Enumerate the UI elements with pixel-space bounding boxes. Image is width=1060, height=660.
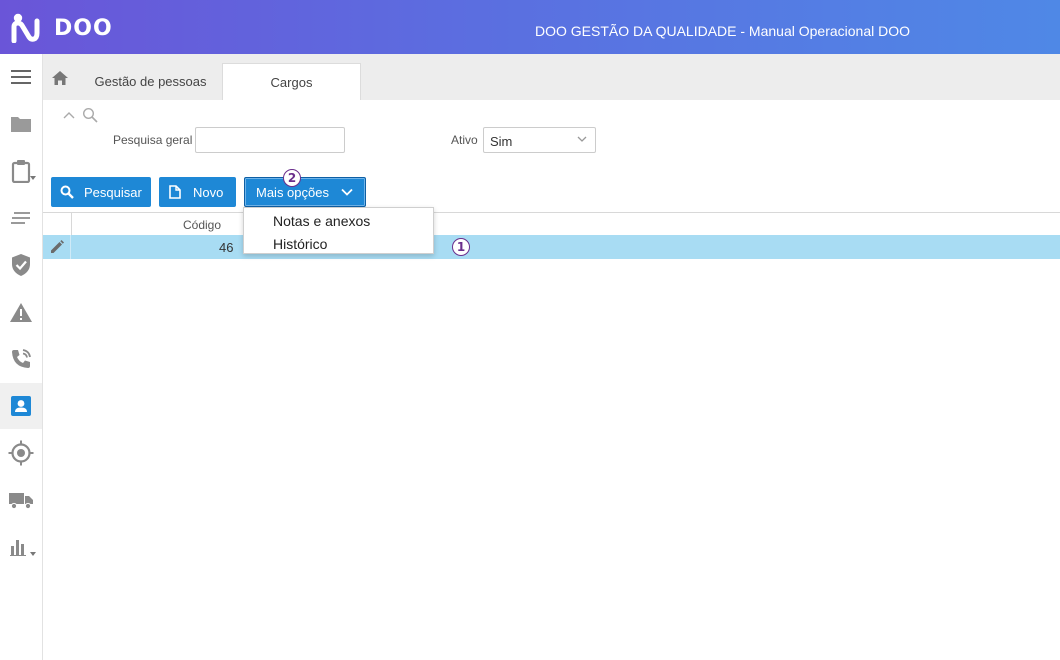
chevron-down-icon bbox=[341, 188, 353, 196]
sidebar-item-goals[interactable] bbox=[0, 430, 42, 476]
sidebar-item-documents[interactable] bbox=[0, 101, 42, 147]
cell-codigo: 46 bbox=[219, 240, 234, 255]
search-input[interactable] bbox=[195, 127, 345, 153]
tab-cargos[interactable]: Cargos bbox=[222, 63, 361, 100]
column-header-codigo[interactable]: Código bbox=[183, 218, 221, 232]
sidebar-item-risks[interactable] bbox=[0, 289, 42, 335]
sidebar-item-quality[interactable] bbox=[0, 242, 42, 288]
truck-icon bbox=[9, 493, 33, 510]
menu-item-notas-e-anexos[interactable]: Notas e anexos bbox=[273, 213, 370, 229]
menu-item-historico[interactable]: Histórico bbox=[273, 236, 327, 252]
search-label: Pesquisa geral bbox=[113, 133, 193, 147]
top-bar: DOO DOO GESTÃO DA QUALIDADE - Manual Ope… bbox=[0, 0, 1060, 54]
logo[interactable]: DOO bbox=[10, 13, 113, 43]
clipboard-icon bbox=[11, 160, 31, 183]
new-button[interactable]: Novo bbox=[159, 177, 236, 207]
filter-panel-toggle[interactable] bbox=[62, 107, 98, 123]
annotation-badge-2: 2 bbox=[283, 169, 301, 187]
grid-top-border bbox=[43, 212, 1060, 213]
active-label: Ativo bbox=[451, 133, 478, 147]
sidebar-item-suppliers[interactable] bbox=[0, 477, 42, 523]
more-options-menu: Notas e anexos Histórico bbox=[243, 207, 434, 254]
sidebar-item-people[interactable] bbox=[0, 383, 42, 429]
table-row[interactable]: 46 bbox=[43, 235, 1060, 259]
logo-text: DOO bbox=[54, 15, 113, 41]
pencil-icon bbox=[50, 240, 64, 253]
app-title: DOO GESTÃO DA QUALIDADE - Manual Operaci… bbox=[535, 23, 911, 39]
warning-icon bbox=[10, 302, 32, 322]
menu-icon bbox=[11, 70, 31, 84]
sidebar-item-reports[interactable] bbox=[0, 524, 42, 570]
chevron-down-icon bbox=[30, 552, 36, 556]
chevron-down-icon bbox=[30, 176, 36, 180]
sidebar bbox=[0, 54, 43, 660]
contact-card-icon bbox=[11, 396, 31, 416]
home-icon bbox=[52, 71, 68, 85]
bar-chart-icon bbox=[10, 540, 26, 556]
chevron-down-icon bbox=[577, 136, 587, 142]
sidebar-item-tasks[interactable] bbox=[0, 148, 42, 194]
active-select[interactable]: Sim bbox=[483, 127, 596, 153]
search-button[interactable]: Pesquisar bbox=[51, 177, 151, 207]
list-icon bbox=[11, 212, 30, 224]
sidebar-item-records[interactable] bbox=[0, 195, 42, 241]
grid-column-divider bbox=[71, 213, 72, 235]
sidebar-item-service[interactable] bbox=[0, 336, 42, 382]
row-edit-button[interactable] bbox=[43, 235, 71, 259]
new-button-label: Novo bbox=[193, 184, 224, 200]
doo-logo-icon bbox=[11, 13, 40, 43]
folder-icon bbox=[11, 117, 31, 132]
tab-gestao-de-pessoas[interactable]: Gestão de pessoas bbox=[83, 63, 218, 100]
chevron-up-icon bbox=[63, 112, 75, 119]
search-icon bbox=[60, 185, 74, 199]
phone-icon bbox=[12, 349, 31, 368]
more-options-button[interactable]: Mais opções bbox=[244, 177, 366, 207]
shield-check-icon bbox=[12, 254, 30, 276]
tab-bar: Gestão de pessoas Cargos bbox=[43, 54, 1060, 100]
annotation-badge-1: 1 bbox=[452, 238, 470, 256]
sidebar-menu-toggle[interactable] bbox=[0, 54, 42, 100]
search-icon bbox=[82, 107, 98, 123]
home-tab[interactable] bbox=[43, 66, 77, 90]
active-select-value: Sim bbox=[490, 134, 513, 149]
target-icon bbox=[8, 440, 34, 466]
search-button-label: Pesquisar bbox=[84, 184, 142, 200]
file-icon bbox=[169, 185, 181, 199]
